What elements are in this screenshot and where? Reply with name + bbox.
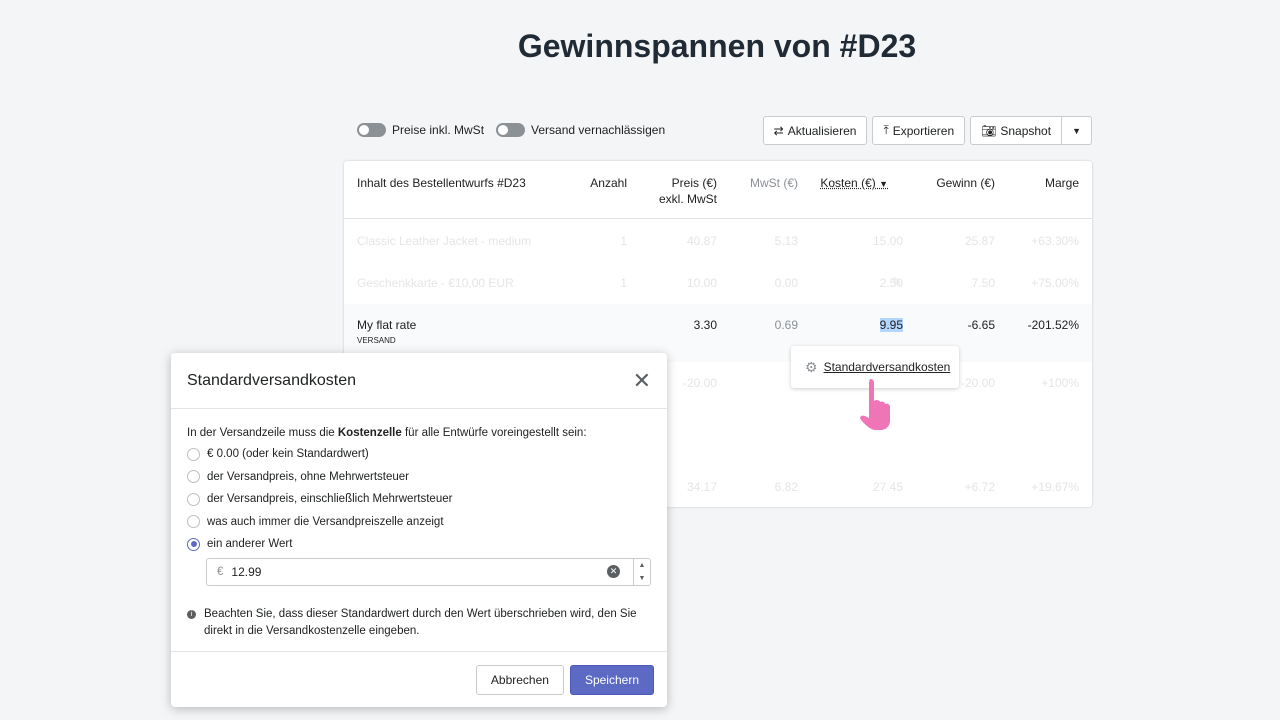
cell-cost[interactable]: 27.45	[873, 480, 903, 494]
cell-profit: -6.65	[967, 318, 995, 332]
header-price-sub: exkl. MwSt	[658, 192, 717, 206]
cell-item: Geschenkkarte - €10,00 EUR	[357, 276, 514, 290]
modal-title: Standardversandkosten	[187, 371, 356, 389]
cell-margin: +100%	[1041, 376, 1079, 390]
radio-label: was auch immer die Versandpreiszelle anz…	[207, 515, 444, 528]
default-shipping-cost-modal: Standardversandkosten ✕ In der Versandzei…	[171, 353, 667, 707]
label: Aktualisieren	[787, 123, 857, 138]
number-stepper[interactable]: ▲ ▼	[633, 558, 650, 585]
snapshot-button[interactable]: 📷︎ Snapshot	[970, 116, 1063, 145]
increment-icon[interactable]: ▲	[639, 562, 646, 569]
cell-margin: +75.00%	[1031, 276, 1079, 290]
close-icon[interactable]: ✕	[633, 368, 651, 394]
header-cost[interactable]: Kosten (€) ▼	[820, 176, 888, 190]
radio-label: ein anderer Wert	[207, 538, 293, 551]
pointer-hand-icon	[860, 379, 890, 430]
radio-label: der Versandpreis, ohne Mehrwertsteuer	[207, 470, 409, 483]
label: Snapshot	[1000, 123, 1052, 138]
switch[interactable]	[357, 123, 386, 137]
sort-desc-icon: ▼	[879, 179, 888, 189]
cell-margin: +63.30%	[1031, 234, 1079, 248]
radio-button[interactable]	[187, 492, 200, 506]
cell-profit: +6.72	[964, 480, 995, 494]
radio-option[interactable]: der Versandpreis, einschließlich Mehrwer…	[187, 488, 651, 511]
upload-icon: ⤒	[883, 123, 889, 137]
header-item: Inhalt des Bestellentwurfs #D23	[357, 176, 526, 190]
toggle-label: Preise inkl. MwSt	[392, 123, 485, 137]
refresh-button[interactable]: ⇄ Aktualisieren	[762, 116, 868, 145]
radio-option[interactable]: ein anderer Wert	[187, 533, 651, 556]
header-qty: Anzahl	[590, 176, 627, 190]
cell-profit: -20.00	[960, 376, 995, 390]
edit-pencil-icon[interactable]: ✎	[892, 275, 902, 289]
radio-option[interactable]: was auch immer die Versandpreiszelle anz…	[187, 511, 651, 534]
cell-vat: 0.69	[774, 318, 798, 332]
camera-icon: 📷︎	[981, 123, 997, 138]
cell-margin: +19.67%	[1031, 480, 1079, 494]
radio-option[interactable]: der Versandpreis, ohne Mehrwertsteuer	[187, 466, 651, 489]
cell-price: 34.17	[686, 480, 717, 494]
cell-qty: 1	[620, 276, 627, 290]
cell-vat: 6.82	[774, 480, 798, 494]
cell-profit: 7.50	[971, 276, 995, 290]
radio-button[interactable]	[187, 470, 200, 484]
label: Exportieren	[892, 123, 955, 138]
cell-price: 40.87	[686, 234, 717, 248]
cell-qty: 1	[620, 234, 627, 248]
radio-button[interactable]	[187, 515, 200, 529]
radio-label: der Versandpreis, einschließlich Mehrwer…	[207, 493, 453, 506]
cell-cost[interactable]: 9.95	[879, 318, 903, 332]
toggle-ignore-shipping[interactable]: Versand vernachlässigen	[496, 123, 665, 137]
chevron-down-icon: ▼	[1072, 125, 1081, 136]
currency-prefix: €	[217, 565, 224, 578]
cell-cost[interactable]: 15.00	[873, 234, 903, 248]
cell-item: My flat rate	[357, 318, 417, 332]
cell-margin: -201.52%	[1027, 318, 1079, 332]
cancel-button[interactable]: Abbrechen	[475, 664, 564, 695]
radio-button[interactable]	[187, 447, 200, 461]
gear-icon: ⚙	[805, 358, 818, 375]
save-button[interactable]: Speichern	[569, 664, 654, 695]
modal-intro: In der Versandzeile muss die Kostenzelle…	[187, 427, 587, 439]
header-price: Preis (€)	[671, 176, 717, 190]
cell-price: -20.00	[682, 376, 717, 390]
toggle-label: Versand vernachlässigen	[531, 123, 666, 137]
cell-price: 10.00	[686, 276, 717, 290]
info-icon: i	[187, 609, 196, 619]
cell-subtitle: VERSAND	[357, 336, 396, 345]
radio-option[interactable]: € 0.00 (oder kein Standardwert)	[187, 443, 651, 466]
input-value: 12.99	[231, 564, 262, 579]
cell-profit: 25.87	[964, 234, 995, 248]
default-shipping-cost-link[interactable]: Standardversandkosten	[824, 360, 951, 374]
snapshot-menu-button[interactable]: ▼	[1062, 116, 1092, 145]
cell-vat: 5.13	[774, 234, 798, 248]
radio-label: € 0.00 (oder kein Standardwert)	[207, 448, 369, 461]
info-note: Beachten Sie, dass dieser Standardwert d…	[204, 607, 637, 637]
refresh-icon: ⇄	[773, 123, 784, 138]
header-vat: MwSt (€)	[750, 176, 798, 190]
header-margin: Marge	[1044, 176, 1079, 190]
decrement-icon[interactable]: ▼	[639, 575, 646, 582]
switch[interactable]	[496, 123, 526, 137]
export-button[interactable]: ⤒ Exportieren	[872, 116, 966, 145]
header-profit: Gewinn (€)	[936, 176, 995, 190]
clear-icon[interactable]: ✕	[607, 564, 620, 578]
cell-item: Classic Leather Jacket - medium	[357, 234, 532, 248]
toggle-prices-incl-vat[interactable]: Preise inkl. MwSt	[357, 123, 484, 137]
custom-value-input[interactable]: € 12.99 ✕ ▲ ▼	[206, 557, 651, 586]
page-title: Gewinnspannen von #D23	[517, 28, 917, 64]
radio-button[interactable]	[187, 537, 200, 551]
cell-vat: 0.00	[774, 276, 798, 290]
cell-price: 3.30	[693, 318, 717, 332]
